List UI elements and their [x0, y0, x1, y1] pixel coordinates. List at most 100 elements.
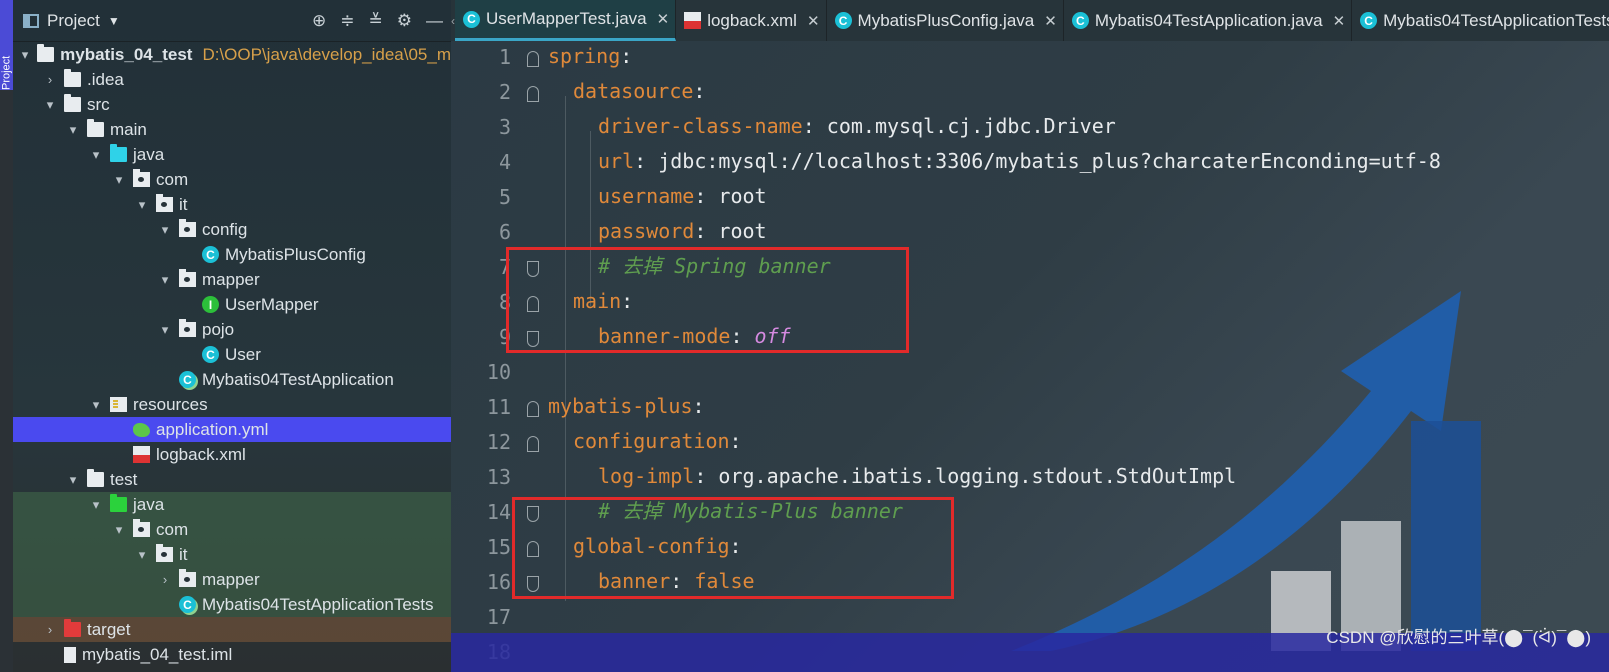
tree-item[interactable]: ▾ pojo	[13, 317, 451, 342]
editor-tab[interactable]: C MybatisPlusConfig.java ✕	[827, 0, 1064, 41]
line-number: 10	[486, 360, 511, 384]
tree-item[interactable]: ▾ it	[13, 542, 451, 567]
folder-icon	[87, 469, 104, 487]
tree-item[interactable]: ▾ it	[13, 192, 451, 217]
chevron-down-icon[interactable]: ▾	[42, 97, 58, 113]
tab-label: Mybatis04TestApplication.java	[1094, 10, 1323, 30]
close-icon[interactable]: ✕	[1044, 12, 1057, 30]
tree-item[interactable]: application.yml	[13, 417, 451, 442]
tree-item[interactable]: › target	[13, 617, 451, 642]
tree-item[interactable]: C User	[13, 342, 451, 367]
editor-tab[interactable]: C Mybatis04TestApplication.java ✕	[1064, 0, 1353, 41]
code-token: :	[729, 429, 742, 453]
editor-tab[interactable]: logback.xml ✕	[676, 0, 827, 41]
code-line: datasource:	[573, 74, 705, 109]
code-editor[interactable]: 123456789101112131415161718 spring:datas…	[451, 41, 1609, 672]
tree-item[interactable]: C MybatisPlusConfig	[13, 242, 451, 267]
code-line: url: jdbc:mysql://localhost:3306/mybatis…	[598, 144, 1441, 179]
chevron-right-icon[interactable]: ›	[42, 622, 58, 637]
close-icon[interactable]: ✕	[807, 12, 820, 30]
tree-item[interactable]: › .idea	[13, 67, 451, 92]
tree-item[interactable]: ▾ resources	[13, 392, 451, 417]
tree-item[interactable]: ▾ mybatis_04_test D:\OOP\java\develop_idea…	[13, 42, 451, 67]
locate-icon[interactable]: ⊕	[312, 11, 326, 31]
chevron-down-icon[interactable]: ▾	[19, 47, 31, 63]
line-number-gutter: 123456789101112131415161718	[451, 41, 539, 672]
tree-item[interactable]: I UserMapper	[13, 292, 451, 317]
chevron-down-icon[interactable]: ▾	[134, 197, 150, 213]
project-panel-title: Project	[47, 10, 100, 30]
project-tree: ▾ mybatis_04_test D:\OOP\java\develop_idea…	[13, 42, 451, 667]
chevron-down-icon[interactable]: ▾	[157, 272, 173, 288]
tree-item[interactable]: ▾ config	[13, 217, 451, 242]
tree-item[interactable]: ▾ java	[13, 492, 451, 517]
tree-item[interactable]: ▾ mapper	[13, 267, 451, 292]
project-panel-header: Project ▼ ⊕ ≑ ≚ ⚙ —	[13, 0, 451, 42]
chevron-down-icon[interactable]: ▾	[65, 472, 81, 488]
class-icon: C	[463, 10, 480, 28]
tree-item[interactable]: logback.xml	[13, 442, 451, 467]
close-icon[interactable]: ✕	[1333, 12, 1346, 30]
package-icon	[156, 194, 173, 212]
tab-label: UserMapperTest.java	[486, 9, 647, 28]
tree-item-label: UserMapper	[225, 294, 319, 314]
code-token: url	[598, 149, 635, 173]
fold-marker-icon[interactable]	[527, 436, 539, 452]
chevron-right-icon[interactable]: ›	[157, 572, 173, 587]
line-number: 1	[498, 45, 511, 69]
gear-icon[interactable]: ⚙	[397, 11, 412, 31]
tree-item[interactable]: ▾ com	[13, 517, 451, 542]
tree-item-label: mapper	[202, 569, 260, 589]
chevron-down-icon[interactable]: ▾	[157, 222, 173, 238]
tree-item[interactable]: ▾ com	[13, 167, 451, 192]
code-line: username: root	[598, 179, 767, 214]
tree-item[interactable]: ▾ main	[13, 117, 451, 142]
chevron-down-icon[interactable]: ▾	[65, 122, 81, 138]
tree-item-label: Mybatis04TestApplicationTests	[202, 594, 434, 614]
tree-item[interactable]: C Mybatis04TestApplicationTests	[13, 592, 451, 617]
chevron-down-icon[interactable]: ▾	[134, 547, 150, 563]
module-path: D:\OOP\java\develop_idea\05_m	[202, 44, 451, 64]
fold-marker-icon[interactable]	[527, 86, 539, 102]
code-line: mybatis-plus:	[548, 389, 705, 424]
fold-marker-icon[interactable]	[527, 401, 539, 417]
spring-boot-class-icon: C	[179, 371, 196, 388]
chevron-down-icon[interactable]: ▾	[88, 497, 104, 513]
tree-item[interactable]: C Mybatis04TestApplication	[13, 367, 451, 392]
tree-item[interactable]: ▾ test	[13, 467, 451, 492]
tree-item-label: java	[133, 494, 165, 514]
chevron-down-icon[interactable]: ▾	[157, 322, 173, 338]
collapse-all-icon[interactable]: ≚	[369, 11, 383, 31]
editor-tab[interactable]: C UserMapperTest.java ✕	[455, 0, 677, 41]
interface-icon: I	[202, 296, 219, 313]
tree-item[interactable]: ▾ src	[13, 92, 451, 117]
xml-file-icon	[684, 12, 702, 29]
tree-item-label: java	[133, 144, 165, 164]
project-view-selector[interactable]: Project ▼	[23, 11, 120, 31]
line-number: 8	[498, 290, 511, 314]
close-icon[interactable]: ✕	[657, 10, 670, 28]
code-token: log-impl	[598, 464, 695, 488]
tree-item-label: it	[179, 544, 188, 564]
tree-item-label: main	[110, 119, 147, 139]
tree-item[interactable]: › mapper	[13, 567, 451, 592]
chevron-down-icon[interactable]: ▾	[111, 172, 127, 188]
chevron-down-icon[interactable]: ▾	[88, 147, 104, 163]
line-number: 16	[486, 570, 511, 594]
line-number: 13	[486, 465, 511, 489]
chevron-down-icon[interactable]: ▾	[111, 522, 127, 538]
xml-file-icon	[133, 446, 150, 463]
fold-marker-icon[interactable]	[527, 51, 539, 67]
editor-tab[interactable]: C Mybatis04TestApplicationTests	[1352, 0, 1609, 41]
chevron-right-icon[interactable]: ›	[42, 72, 58, 87]
expand-all-icon[interactable]: ≑	[340, 11, 354, 31]
tree-item-label: mybatis_04_test	[60, 44, 193, 64]
project-tool-button[interactable]: Project	[0, 0, 13, 90]
line-number: 7	[498, 255, 511, 279]
tree-item[interactable]: mybatis_04_test.iml	[13, 642, 451, 667]
highlight-box-mybatis-plus-banner	[512, 497, 954, 599]
tree-item[interactable]: ▾ java	[13, 142, 451, 167]
tree-item-label: Mybatis04TestApplication	[202, 369, 394, 389]
minimize-icon[interactable]: —	[426, 11, 443, 31]
chevron-down-icon[interactable]: ▾	[88, 397, 104, 413]
